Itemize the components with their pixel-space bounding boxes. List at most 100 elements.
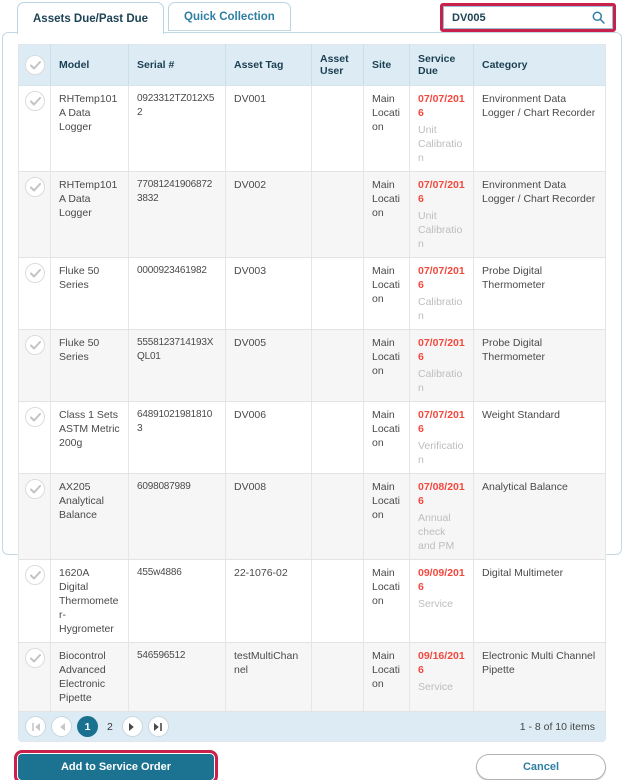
search-input[interactable] [444,11,592,24]
cell-model: 1620A Digital Thermometer-Hygrometer [50,559,129,643]
service-due-date: 07/07/2016 [418,93,465,119]
pager-next-button[interactable] [121,716,143,737]
row-checkbox[interactable] [25,407,45,427]
column-header-model[interactable]: Model [50,44,129,86]
search-annotation-highlight [440,3,616,32]
cell-asset-tag: 22-1076-02 [225,559,312,643]
service-due-type: Annual check and PM [418,512,455,552]
pager-last-button[interactable] [147,716,169,737]
cell-select [18,85,51,172]
row-checkbox[interactable] [25,648,45,668]
row-checkbox[interactable] [25,91,45,111]
cell-select [18,257,51,330]
cell-asset-user [311,257,364,330]
cell-service-due: 07/07/2016 Unit Calibration [409,85,474,172]
select-all-header [18,44,51,86]
pager-page-2[interactable]: 2 [103,721,117,733]
cell-site: Main Location [363,171,410,258]
column-header-asset-tag[interactable]: Asset Tag [225,44,312,86]
pager-prev-button[interactable] [51,716,72,737]
select-all-checkbox[interactable] [25,55,45,75]
table-row[interactable]: Fluke 50 Series 5558123714193XQL01 DV005… [18,329,606,402]
cell-site: Main Location [363,559,410,643]
column-header-service-due[interactable]: Service Due [409,44,474,86]
row-checkbox[interactable] [25,565,45,585]
cell-site: Main Location [363,329,410,402]
cell-serial: 0923312TZ012X52 [128,85,226,172]
cell-category: Probe Digital Thermometer [473,329,606,402]
cell-select [18,559,51,643]
pager: 12 1 - 8 of 10 items [18,712,606,742]
cell-asset-tag: testMultiChannel [225,642,312,712]
cell-category: Analytical Balance [473,473,606,560]
cell-select [18,642,51,712]
cell-service-due: 07/07/2016 Calibration [409,257,474,330]
service-due-type: Unit Calibration [418,210,463,250]
cell-service-due: 09/09/2016 Service [409,559,474,643]
cell-serial: 0000923461982 [128,257,226,330]
row-checkbox[interactable] [25,263,45,283]
table-row[interactable]: Class 1 Sets ASTM Metric 200g 6489102198… [18,401,606,474]
table-row[interactable]: 1620A Digital Thermometer-Hygrometer 455… [18,559,606,643]
service-due-type: Verification [418,440,464,466]
cell-model: AX205 Analytical Balance [50,473,129,560]
cell-serial: 6098087989 [128,473,226,560]
cell-asset-tag: DV003 [225,257,312,330]
table-row[interactable]: RHTemp101A Data Logger 77081241906872383… [18,171,606,258]
cancel-button[interactable]: Cancel [476,754,606,780]
service-due-date: 09/16/2016 [418,650,465,676]
cell-service-due: 07/07/2016 Verification [409,401,474,474]
cell-site: Main Location [363,257,410,330]
tab-label: Assets Due/Past Due [33,12,149,25]
cell-model: Fluke 50 Series [50,329,129,402]
pager-first-button[interactable] [25,716,46,737]
service-due-type: Unit Calibration [418,124,463,164]
service-due-date: 07/07/2016 [418,265,465,291]
cell-asset-user [311,171,364,258]
cell-asset-tag: DV008 [225,473,312,560]
row-checkbox[interactable] [25,177,45,197]
service-due-type: Service [418,598,454,610]
table-row[interactable]: Fluke 50 Series 0000923461982 DV003 Main… [18,257,606,330]
column-header-asset-user[interactable]: Asset User [311,44,364,86]
cell-category: Electronic Multi Channel Pipette [473,642,606,712]
asset-table-body: RHTemp101A Data Logger 0923312TZ012X52 D… [18,85,606,712]
cell-model: Class 1 Sets ASTM Metric 200g [50,401,129,474]
tab-strip: Assets Due/Past Due Quick Collection [17,2,291,34]
pager-page-current[interactable]: 1 [77,716,98,737]
service-due-type: Calibration [418,368,463,394]
table-header-row: Model Serial # Asset Tag Asset User Site Serv… [18,44,606,86]
cell-select [18,329,51,402]
service-due-date: 07/07/2016 [418,409,465,435]
service-due-date: 07/07/2016 [418,337,465,363]
cell-site: Main Location [363,401,410,474]
tab-quick-collection[interactable]: Quick Collection [168,2,291,31]
cell-category: Environment Data Logger / Chart Recorder [473,171,606,258]
cell-asset-tag: DV006 [225,401,312,474]
cell-asset-user [311,329,364,402]
column-header-category[interactable]: Category [473,44,606,86]
tab-assets-due-past-due[interactable]: Assets Due/Past Due [17,2,165,34]
table-row[interactable]: RHTemp101A Data Logger 0923312TZ012X52 D… [18,85,606,172]
row-checkbox[interactable] [25,479,45,499]
search-icon[interactable] [592,11,612,24]
cell-site: Main Location [363,642,410,712]
row-checkbox[interactable] [25,335,45,355]
column-header-serial[interactable]: Serial # [128,44,226,86]
cell-select [18,171,51,258]
cell-asset-tag: DV002 [225,171,312,258]
cell-service-due: 07/07/2016 Calibration [409,329,474,402]
cell-serial: 648910219818103 [128,401,226,474]
service-due-date: 07/08/2016 [418,481,465,507]
pager-pages: 12 [77,716,117,737]
table-row[interactable]: Biocontrol Advanced Electronic Pipette 5… [18,642,606,712]
cell-asset-tag: DV005 [225,329,312,402]
cell-asset-user [311,642,364,712]
cell-serial: 455w4886 [128,559,226,643]
cell-service-due: 09/16/2016 Service [409,642,474,712]
add-to-service-order-button[interactable]: Add to Service Order [14,750,218,780]
column-header-site[interactable]: Site [363,44,410,86]
table-row[interactable]: AX205 Analytical Balance 6098087989 DV00… [18,473,606,560]
cell-service-due: 07/07/2016 Unit Calibration [409,171,474,258]
cell-site: Main Location [363,473,410,560]
